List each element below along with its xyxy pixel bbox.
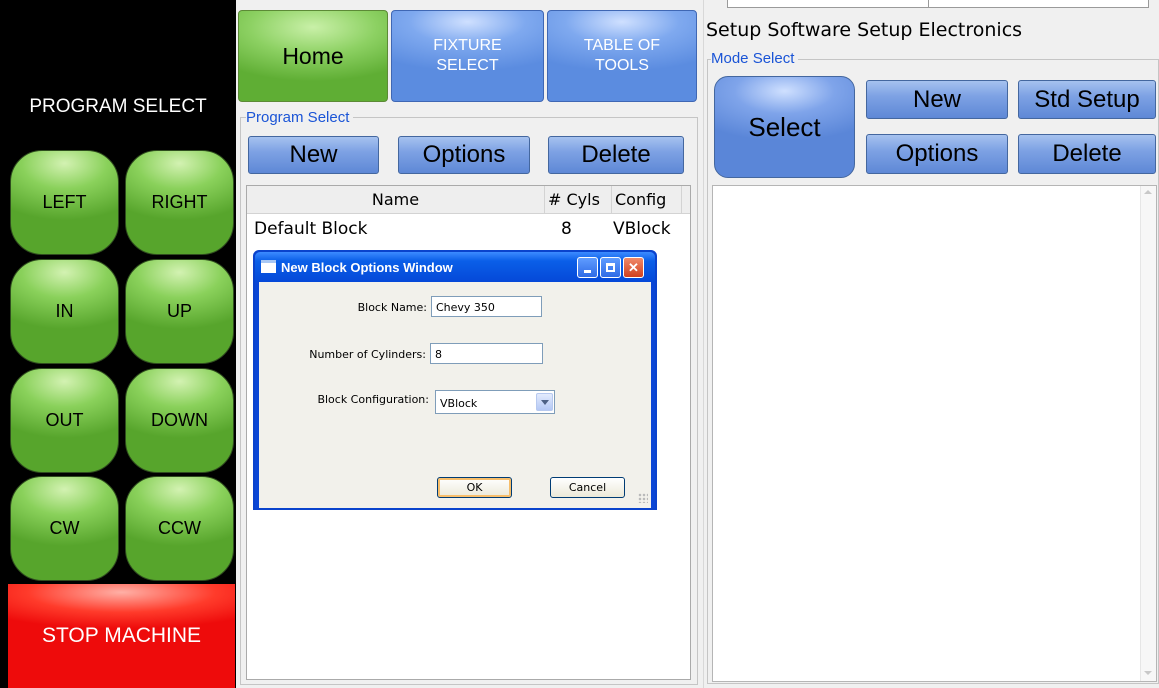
close-icon: ✕ [628,259,639,275]
mode-list [712,185,1157,682]
top-strip-divider [928,0,929,7]
mode-list-scrollbar[interactable] [1140,186,1156,681]
tab-home[interactable]: Home [238,10,388,102]
tab-fixture-select[interactable]: FIXTURE SELECT [391,10,544,102]
dropdown-button[interactable] [536,393,553,411]
mode-new-button[interactable]: New [866,80,1008,119]
tab-fixture-line1: FIXTURE [433,37,502,54]
cylinders-field[interactable]: 8 [430,343,543,364]
row-name: Default Block [254,219,368,239]
program-delete-button[interactable]: Delete [548,136,684,174]
stop-machine-button[interactable]: STOP MACHINE [8,584,235,688]
row-cyls: 8 [561,219,572,239]
program-select-group-title: Program Select [246,109,354,126]
block-name-field[interactable]: Chevy 350 [431,296,542,317]
program-new-button[interactable]: New [248,136,379,174]
block-config-value: VBlock [440,397,478,410]
cancel-button[interactable]: Cancel [550,477,625,498]
column-header-cyls[interactable]: # Cyls [548,190,600,209]
mode-select-button[interactable]: Select [714,76,855,178]
table-row[interactable]: Default Block 8 VBlock [247,216,690,242]
maximize-icon [606,263,615,272]
scroll-up-arrow-icon[interactable] [1144,190,1152,194]
dialog-title-bar[interactable]: New Block Options Window ✕ [255,252,655,282]
mode-options-button[interactable]: Options [866,134,1008,174]
minimize-icon [584,270,591,273]
column-divider [611,186,612,214]
jog-cw-button[interactable]: CW [10,476,119,581]
dialog-title: New Block Options Window [281,260,453,275]
scroll-down-arrow-icon[interactable] [1144,671,1152,675]
chevron-down-icon [540,399,549,405]
ok-button[interactable]: OK [437,477,512,498]
tab-tools-line2: TOOLS [595,57,649,74]
block-config-select[interactable]: VBlock [435,390,555,414]
column-header-config[interactable]: Config [615,190,666,209]
jog-left-button[interactable]: LEFT [10,150,119,255]
setup-menu: Setup Software Setup Electronics [706,19,1022,41]
new-block-options-dialog: New Block Options Window ✕ Block Name: C… [253,250,657,510]
mode-select-group-title: Mode Select [711,50,799,67]
tab-fixture-line2: SELECT [436,57,499,74]
column-header-name[interactable]: Name [247,190,544,209]
jog-right-button[interactable]: RIGHT [125,150,234,255]
setup-software-menu[interactable]: Setup Software [706,19,851,41]
std-setup-button[interactable]: Std Setup [1018,80,1156,119]
tab-table-of-tools-label: TABLE OF TOOLS [584,36,660,76]
mode-delete-button[interactable]: Delete [1018,134,1156,174]
jog-in-button[interactable]: IN [10,259,119,364]
dialog-body: Block Name: Chevy 350 Number of Cylinder… [259,282,651,508]
tab-table-of-tools[interactable]: TABLE OF TOOLS [547,10,697,102]
minimize-button[interactable] [577,257,598,278]
cylinders-label: Number of Cylinders: [309,348,426,361]
column-divider [544,186,545,214]
tab-tools-line1: TABLE OF [583,37,661,54]
top-strip [727,0,1149,8]
maximize-button[interactable] [600,257,621,278]
program-select-title: PROGRAM SELECT [29,96,207,117]
jog-up-button[interactable]: UP [125,259,234,364]
jog-ccw-button[interactable]: CCW [125,476,234,581]
column-divider [681,186,682,214]
close-button[interactable]: ✕ [623,257,644,278]
setup-electronics-menu[interactable]: Setup Electronics [857,19,1022,41]
resize-grip-icon[interactable] [638,493,648,503]
row-config: VBlock [613,219,671,239]
window-icon [261,260,276,273]
block-name-label: Block Name: [357,301,427,314]
program-options-button[interactable]: Options [398,136,530,174]
jog-down-button[interactable]: DOWN [125,368,234,473]
jog-out-button[interactable]: OUT [10,368,119,473]
block-config-label: Block Configuration: [317,393,429,406]
tab-fixture-select-label: FIXTURE SELECT [433,36,501,76]
program-list-header: Name # Cyls Config [247,186,690,214]
